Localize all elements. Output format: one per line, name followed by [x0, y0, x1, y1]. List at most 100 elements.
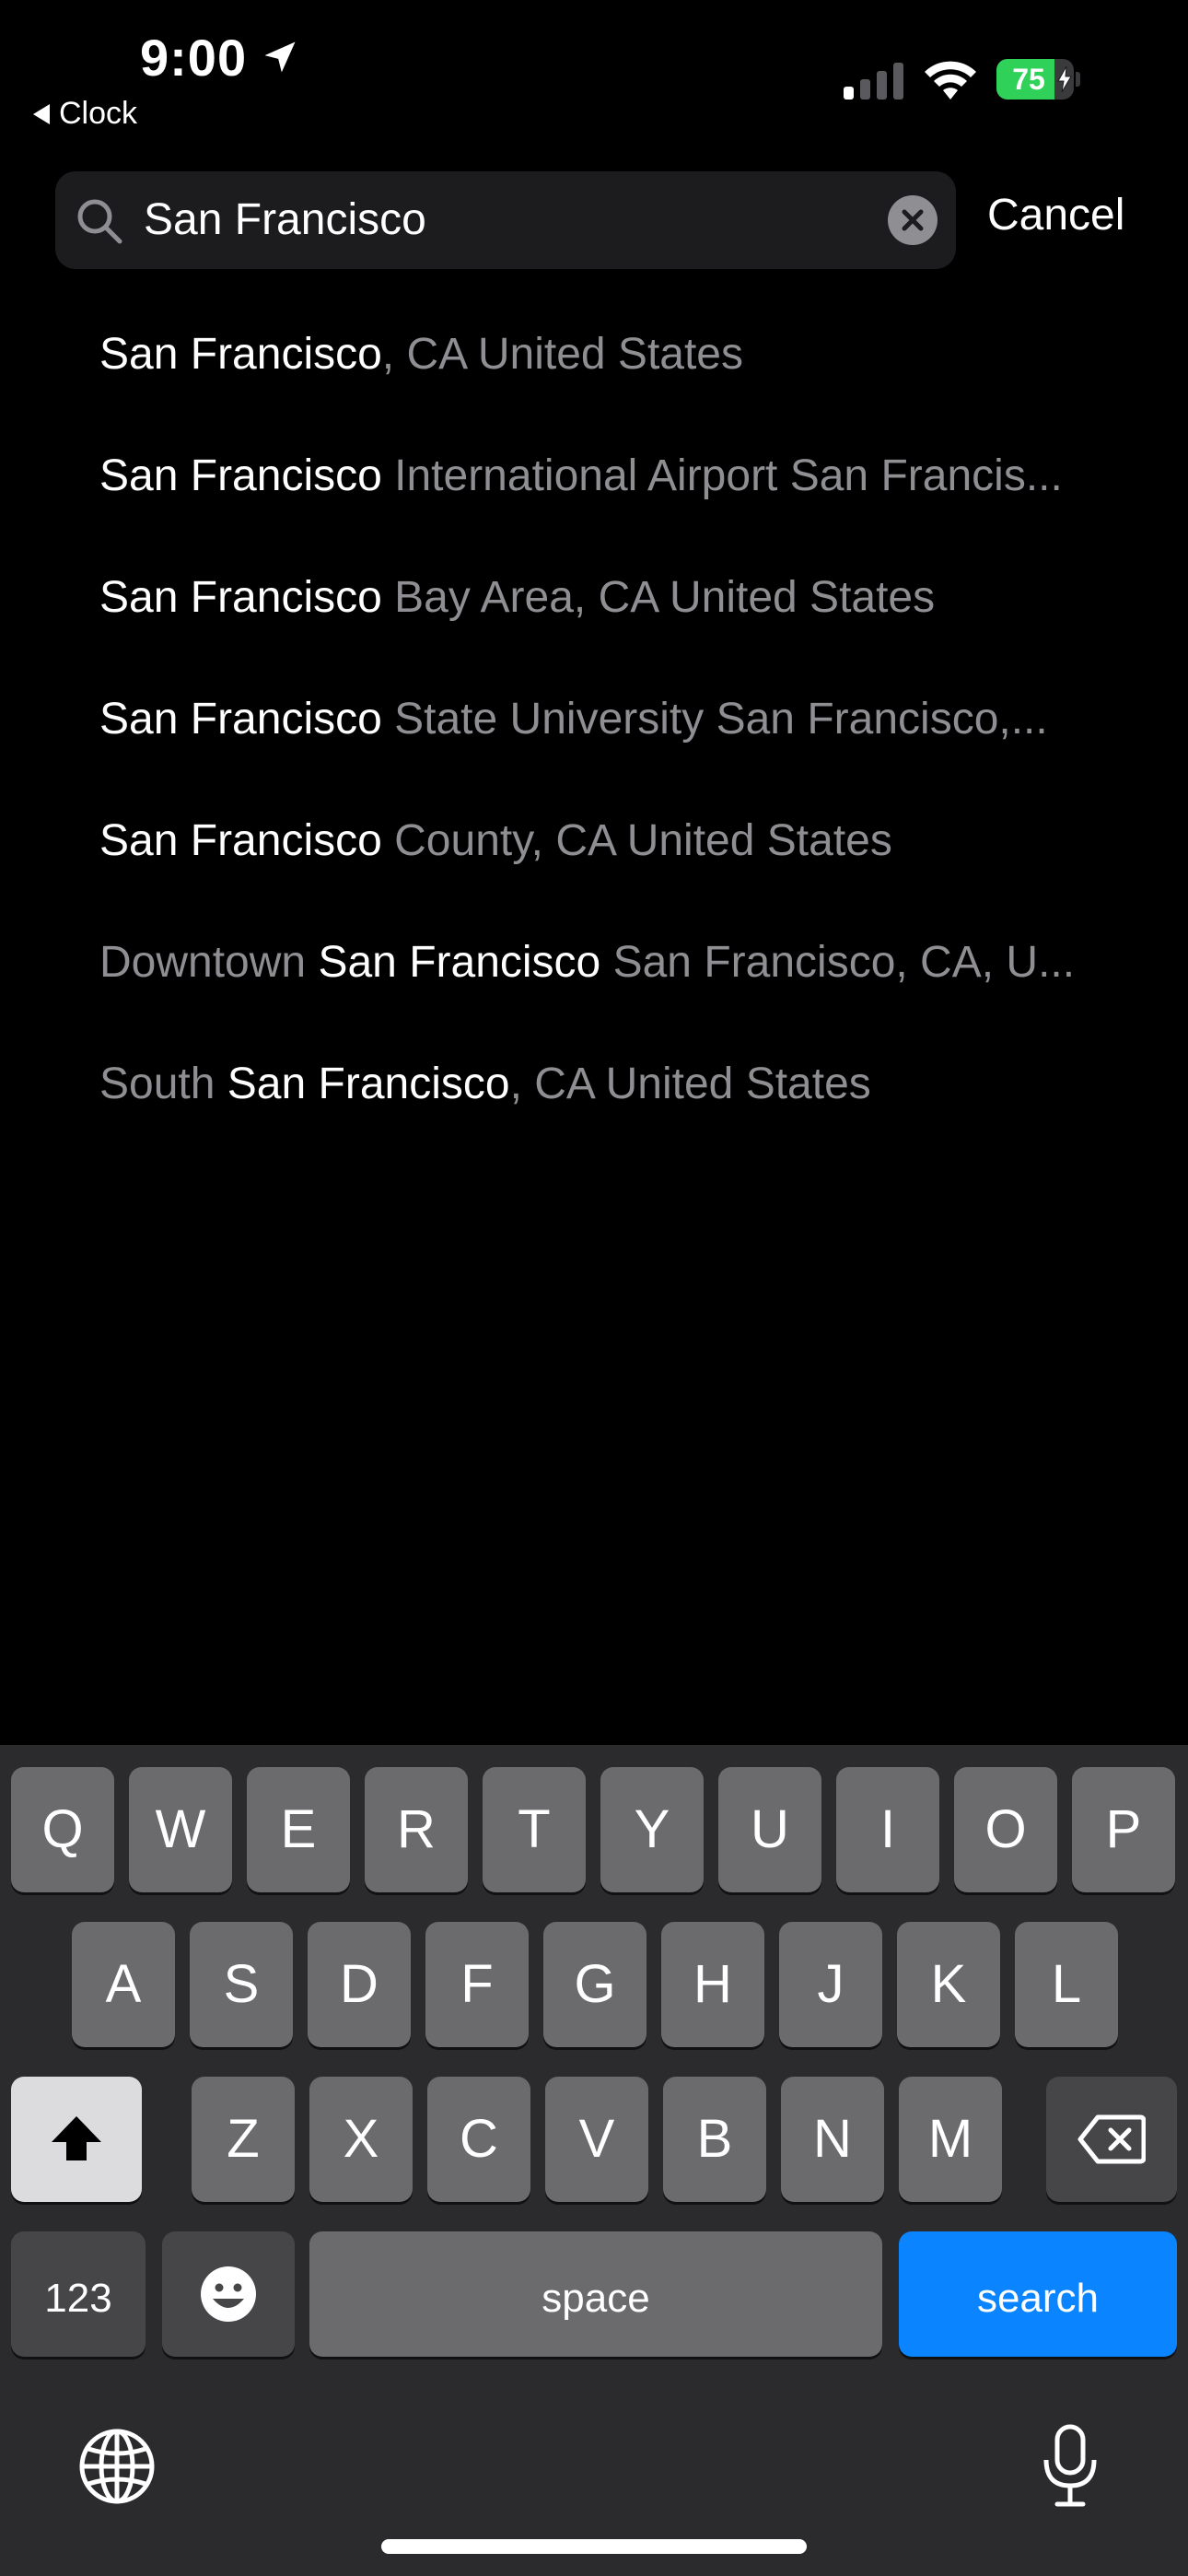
status-bar: 9:00 Clock 75: [0, 0, 1188, 138]
key-p-label: P: [1105, 1799, 1142, 1859]
result-match-text: San Francisco: [99, 695, 382, 744]
key-s[interactable]: S: [190, 1922, 293, 2047]
key-o[interactable]: O: [954, 1767, 1057, 1892]
clear-search-button[interactable]: [888, 195, 938, 245]
result-row[interactable]: San Francisco County, CA United States: [99, 790, 1122, 912]
key-e[interactable]: E: [247, 1767, 350, 1892]
key-k[interactable]: K: [897, 1922, 1000, 2047]
key-c-label: C: [460, 2109, 498, 2169]
key-n-label: N: [813, 2109, 852, 2169]
result-detail-text: , CA United States: [509, 1060, 871, 1108]
key-q[interactable]: Q: [11, 1767, 114, 1892]
back-triangle-icon: [33, 103, 50, 124]
shift-key[interactable]: [11, 2077, 142, 2202]
key-d[interactable]: D: [308, 1922, 411, 2047]
result-detail-text: , CA United States: [381, 330, 743, 379]
key-i[interactable]: I: [836, 1767, 939, 1892]
key-a-label: A: [105, 1954, 142, 2014]
key-n[interactable]: N: [781, 2077, 884, 2202]
key-v[interactable]: V: [545, 2077, 648, 2202]
key-q-label: Q: [41, 1799, 84, 1859]
key-h[interactable]: H: [661, 1922, 764, 2047]
result-row[interactable]: San Francisco, CA United States: [99, 304, 1122, 426]
key-m-label: M: [927, 2109, 973, 2169]
key-y[interactable]: Y: [600, 1767, 704, 1892]
result-match-text: San Francisco: [99, 573, 382, 622]
key-r[interactable]: R: [365, 1767, 468, 1892]
search-icon: [77, 199, 122, 244]
numbers-key-label: 123: [44, 2276, 112, 2321]
key-o-label: O: [984, 1799, 1027, 1859]
key-f-label: F: [460, 1954, 494, 2014]
battery-cap: [1076, 72, 1080, 87]
key-d-label: D: [340, 1954, 379, 2014]
key-i-label: I: [879, 1799, 896, 1859]
key-z-label: Z: [227, 2109, 260, 2169]
globe-button[interactable]: [77, 2427, 157, 2511]
search-key[interactable]: search: [899, 2231, 1177, 2357]
result-row[interactable]: San Francisco State University San Franc…: [99, 669, 1122, 790]
key-m[interactable]: M: [899, 2077, 1002, 2202]
key-l-label: L: [1051, 1954, 1082, 2014]
result-row[interactable]: San Francisco International Airport San …: [99, 426, 1122, 547]
result-match-text: San Francisco: [318, 938, 601, 987]
microphone-icon[interactable]: [1041, 2423, 1100, 2508]
key-x[interactable]: X: [309, 2077, 413, 2202]
key-w-label: W: [155, 1799, 206, 1859]
wifi-icon: [925, 61, 976, 100]
key-b-label: B: [696, 2109, 733, 2169]
result-detail-text: International Airport San Francis...: [381, 451, 1063, 500]
key-t-label: T: [518, 1799, 551, 1859]
keyboard: Q W E R T Y U I O P A S D F G H J K L Z X C V B N M 123 space search: [0, 1745, 1188, 2576]
key-r-label: R: [397, 1799, 436, 1859]
key-g[interactable]: G: [543, 1922, 646, 2047]
home-indicator[interactable]: [381, 2539, 807, 2554]
result-detail-text: Downtown: [99, 938, 319, 987]
close-icon: [902, 209, 924, 231]
result-detail-text: State University San Francisco,...: [381, 695, 1048, 744]
key-c[interactable]: C: [427, 2077, 530, 2202]
result-detail-text: County, CA United States: [381, 816, 892, 865]
delete-backspace-icon: [1077, 2114, 1147, 2164]
key-b[interactable]: B: [663, 2077, 766, 2202]
result-match-text: San Francisco: [99, 330, 382, 379]
space-key-label: space: [542, 2276, 650, 2321]
result-match-text: San Francisco: [99, 451, 382, 500]
result-match-text: San Francisco: [227, 1060, 510, 1108]
delete-key[interactable]: [1046, 2077, 1177, 2202]
key-u-label: U: [751, 1799, 789, 1859]
shift-arrow-icon: [52, 2116, 101, 2160]
search-bar[interactable]: [55, 171, 956, 269]
dictation-button[interactable]: [1041, 2423, 1100, 2512]
cancel-button[interactable]: Cancel: [987, 190, 1124, 240]
emoji-key[interactable]: [162, 2231, 295, 2357]
key-a[interactable]: A: [72, 1922, 175, 2047]
emoji-smiley-icon: [201, 2266, 256, 2322]
key-z[interactable]: Z: [192, 2077, 295, 2202]
search-key-label: search: [976, 2276, 1100, 2321]
result-row[interactable]: Downtown San Francisco San Francisco, CA…: [99, 912, 1122, 1034]
key-u[interactable]: U: [718, 1767, 821, 1892]
key-w[interactable]: W: [129, 1767, 232, 1892]
result-match-text: San Francisco: [99, 816, 382, 865]
battery-icon: 75: [996, 59, 1080, 100]
key-t[interactable]: T: [483, 1767, 586, 1892]
search-input[interactable]: [144, 190, 917, 251]
charging-bolt-icon: [1057, 66, 1072, 92]
result-row[interactable]: San Francisco Bay Area, CA United States: [99, 547, 1122, 669]
back-to-clock-link[interactable]: Clock: [33, 96, 137, 132]
key-k-label: K: [930, 1954, 967, 2014]
space-key[interactable]: space: [309, 2231, 882, 2357]
numbers-key[interactable]: 123: [11, 2231, 146, 2357]
key-l[interactable]: L: [1015, 1922, 1118, 2047]
cellular-signal-icon: [844, 63, 903, 100]
battery-percent: 75: [1012, 63, 1045, 96]
key-j[interactable]: J: [779, 1922, 882, 2047]
result-detail-text: South: [99, 1060, 227, 1108]
status-time: 9:00: [140, 29, 248, 87]
globe-icon[interactable]: [77, 2427, 157, 2506]
key-s-label: S: [223, 1954, 260, 2014]
key-f[interactable]: F: [425, 1922, 529, 2047]
result-row[interactable]: South San Francisco, CA United States: [99, 1034, 1122, 1155]
key-p[interactable]: P: [1072, 1767, 1175, 1892]
